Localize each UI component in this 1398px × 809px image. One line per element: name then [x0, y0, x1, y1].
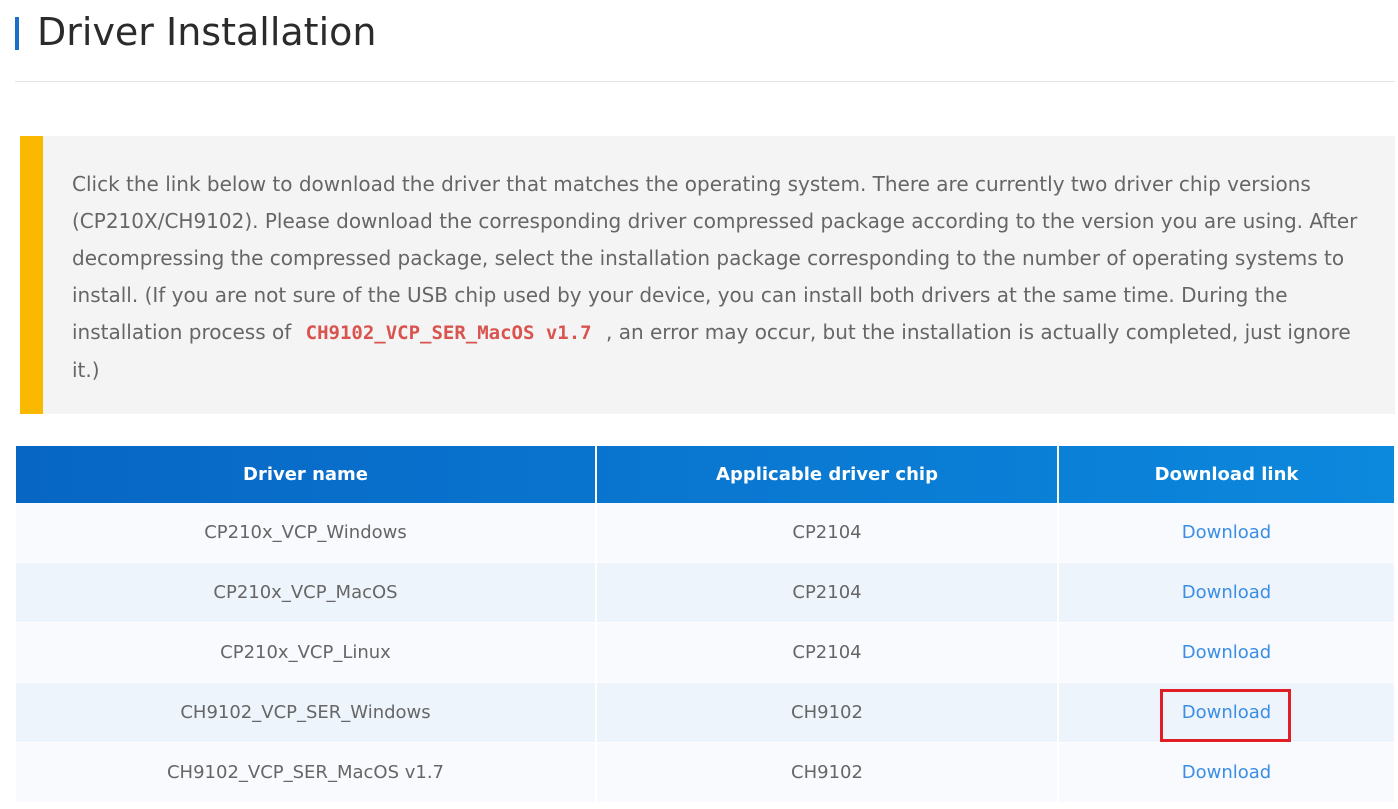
notice-code: CH9102_VCP_SER_MacOS v1.7 — [305, 322, 592, 344]
page-header: Driver Installation — [15, 0, 1395, 82]
chip-cell: CP2104 — [596, 503, 1059, 563]
chip-cell: CH9102 — [596, 742, 1059, 803]
download-link-cp210x-macos[interactable]: Download — [1182, 582, 1271, 603]
download-link-cp210x-linux[interactable]: Download — [1182, 642, 1271, 663]
driver-name-cell: CP210x_VCP_Windows — [16, 503, 597, 563]
download-cell: Download — [1058, 503, 1394, 563]
chip-cell: CH9102 — [596, 682, 1059, 743]
download-cell: Download — [1058, 742, 1394, 803]
download-cell: Download — [1058, 562, 1394, 623]
driver-table: Driver name Applicable driver chip Downl… — [16, 446, 1394, 803]
notice-text: Click the link below to download the dri… — [72, 166, 1372, 389]
download-cell: Download — [1058, 682, 1394, 743]
table-row: CP210x_VCP_MacOS CP2104 Download — [16, 562, 1394, 623]
driver-name-cell: CH9102_VCP_SER_Windows — [16, 682, 597, 743]
driver-name-cell: CP210x_VCP_Linux — [16, 622, 597, 683]
table-row: CP210x_VCP_Windows CP2104 Download — [16, 503, 1394, 563]
table-row: CH9102_VCP_SER_MacOS v1.7 CH9102 Downloa… — [16, 742, 1394, 803]
driver-name-cell: CH9102_VCP_SER_MacOS v1.7 — [16, 742, 597, 803]
header-download-link: Download link — [1154, 464, 1299, 485]
page-title: Driver Installation — [37, 10, 377, 54]
chip-cell: CP2104 — [596, 622, 1059, 683]
download-link-ch9102-macos[interactable]: Download — [1182, 762, 1271, 783]
download-link-cp210x-windows[interactable]: Download — [1182, 522, 1271, 543]
table-row: CP210x_VCP_Linux CP2104 Download — [16, 622, 1394, 683]
table-header-row: Driver name Applicable driver chip Downl… — [16, 446, 1394, 503]
chip-cell: CP2104 — [596, 562, 1059, 623]
title-accent-bar — [15, 17, 19, 50]
download-link-ch9102-windows[interactable]: Download — [1182, 702, 1271, 723]
notice-box: Click the link below to download the dri… — [20, 136, 1395, 414]
driver-name-cell: CP210x_VCP_MacOS — [16, 562, 597, 623]
notice-text-before: Click the link below to download the dri… — [72, 172, 1358, 344]
table-row: CH9102_VCP_SER_Windows CH9102 Download — [16, 682, 1394, 743]
download-cell: Download — [1058, 622, 1394, 683]
header-driver-name: Driver name — [16, 446, 597, 503]
notice-accent-bar — [20, 136, 43, 414]
header-applicable-chip: Applicable driver chip — [596, 446, 1059, 503]
